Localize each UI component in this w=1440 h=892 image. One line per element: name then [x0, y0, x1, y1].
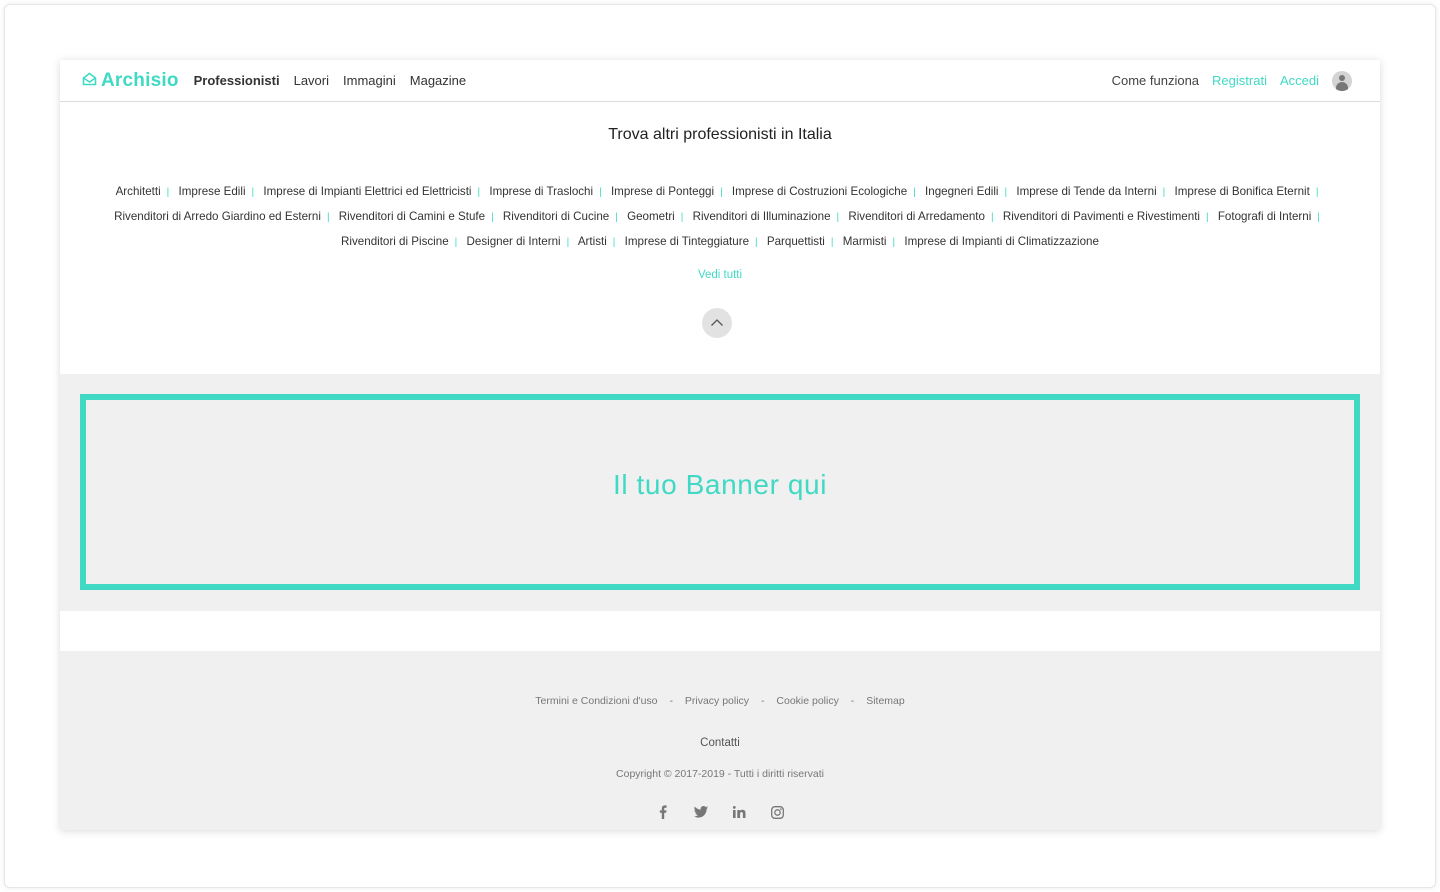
- instagram-icon[interactable]: [769, 804, 785, 820]
- category-separator: |: [1317, 212, 1320, 224]
- category-link[interactable]: Fotografi di Interni: [1218, 210, 1311, 223]
- footer-link-terms[interactable]: Termini e Condizioni d'uso: [535, 695, 657, 707]
- footer-link-privacy[interactable]: Privacy policy: [685, 695, 749, 707]
- category-separator: |: [836, 212, 840, 224]
- footer: Termini e Condizioni d'uso - Privacy pol…: [60, 651, 1380, 830]
- category-separator: |: [1004, 187, 1008, 198]
- category-separator: |: [680, 212, 684, 224]
- collapse-button[interactable]: [702, 308, 732, 338]
- category-link[interactable]: Designer di Interni: [467, 235, 561, 248]
- footer-separator: -: [850, 695, 855, 707]
- category-link[interactable]: Rivenditori di Cucine: [503, 210, 609, 223]
- category-link[interactable]: Imprese di Bonifica Eternit: [1175, 185, 1310, 198]
- category-link[interactable]: Artisti: [578, 235, 607, 248]
- user-avatar-icon[interactable]: [1332, 70, 1352, 91]
- copyright-text: Copyright © 2017-2019 - Tutti i diritti …: [616, 768, 824, 780]
- category-link[interactable]: Imprese di Tinteggiature: [625, 235, 749, 248]
- category-link[interactable]: Imprese Edili: [179, 185, 246, 198]
- category-separator: |: [1206, 212, 1209, 224]
- logo-icon: [82, 70, 101, 92]
- category-separator: |: [477, 187, 481, 198]
- category-separator: |: [566, 237, 570, 249]
- page-viewport: Archisio Professionisti Lavori Immagini …: [60, 60, 1380, 830]
- category-separator: |: [830, 237, 834, 249]
- category-separator: |: [720, 187, 723, 198]
- footer-separator: -: [669, 695, 673, 707]
- category-separator: |: [1162, 187, 1166, 198]
- category-separator: |: [491, 212, 494, 224]
- nav-immagini[interactable]: Immagini: [343, 73, 396, 88]
- category-separator: |: [615, 212, 618, 224]
- spacer-strip: [60, 611, 1380, 651]
- category-separator: |: [612, 237, 616, 249]
- category-link[interactable]: Imprese di Impianti di Climatizzazione: [904, 235, 1099, 248]
- nav-professionisti[interactable]: Professionisti: [194, 73, 280, 88]
- category-link[interactable]: Rivenditori di Arredo Giardino ed Estern…: [114, 210, 321, 223]
- category-link[interactable]: Rivenditori di Pavimenti e Rivestimenti: [1003, 210, 1200, 223]
- category-link[interactable]: Geometri: [627, 210, 675, 223]
- footer-link-sitemap[interactable]: Sitemap: [866, 695, 905, 707]
- social-links: [60, 804, 1380, 820]
- login-link[interactable]: Accedi: [1280, 73, 1319, 88]
- category-separator: |: [251, 187, 255, 198]
- category-separator: |: [990, 212, 994, 224]
- linkedin-icon[interactable]: [731, 804, 747, 820]
- nav-lavori[interactable]: Lavori: [294, 73, 329, 88]
- register-link[interactable]: Registrati: [1212, 73, 1267, 88]
- chevron-up-icon: [710, 314, 724, 332]
- nav-magazine[interactable]: Magazine: [410, 73, 466, 88]
- category-links: Architetti | Imprese Edili | Imprese di Im…: [95, 180, 1345, 256]
- how-it-works-link[interactable]: Come funziona: [1112, 73, 1199, 88]
- category-separator: |: [454, 237, 458, 249]
- category-link[interactable]: Parquettisti: [767, 235, 825, 248]
- category-link[interactable]: Imprese di Traslochi: [489, 185, 593, 198]
- logo-text: Archisio: [101, 69, 179, 91]
- logo[interactable]: Archisio: [82, 70, 179, 92]
- category-separator: |: [599, 187, 602, 198]
- header-actions: Come funziona Registrati Accedi: [1099, 70, 1352, 91]
- category-link[interactable]: Ingegneri Edili: [925, 185, 998, 198]
- main-nav: Professionisti Lavori Immagini Magazine: [194, 73, 481, 88]
- category-link[interactable]: Marmisti: [843, 235, 887, 248]
- category-link[interactable]: Rivenditori di Piscine: [341, 235, 449, 248]
- category-link[interactable]: Imprese di Impianti Elettrici ed Elettri…: [263, 185, 471, 198]
- footer-separator: -: [760, 695, 765, 707]
- category-separator: |: [913, 187, 916, 198]
- category-separator: |: [892, 237, 896, 249]
- category-separator: |: [755, 237, 758, 249]
- banner-text: Il tuo Banner qui: [612, 469, 828, 500]
- footer-link-cookie[interactable]: Cookie policy: [776, 695, 838, 707]
- find-professionals-title: Trova altri professionisti in Italia: [608, 126, 832, 143]
- category-separator: |: [166, 187, 170, 198]
- category-link[interactable]: Imprese di Tende da Interni: [1016, 185, 1156, 198]
- ad-banner[interactable]: Il tuo Banner qui: [80, 394, 1360, 590]
- see-all-link[interactable]: Vedi tutti: [60, 269, 1380, 281]
- category-separator: |: [1315, 187, 1319, 198]
- twitter-icon[interactable]: [693, 804, 709, 820]
- category-link[interactable]: Rivenditori di Camini e Stufe: [339, 210, 485, 223]
- top-navbar: Archisio Professionisti Lavori Immagini …: [60, 60, 1380, 102]
- category-separator: |: [326, 212, 330, 224]
- category-link[interactable]: Rivenditori di Illuminazione: [693, 210, 831, 223]
- category-link[interactable]: Architetti: [116, 185, 161, 198]
- footer-links: Termini e Condizioni d'uso - Privacy pol…: [60, 695, 1380, 707]
- facebook-icon[interactable]: [655, 804, 671, 820]
- banner-section: Il tuo Banner qui: [60, 374, 1380, 611]
- category-link[interactable]: Rivenditori di Arredamento: [848, 210, 985, 223]
- category-link[interactable]: Imprese di Ponteggi: [611, 185, 714, 198]
- contacts-link[interactable]: Contatti: [60, 737, 1380, 749]
- category-link[interactable]: Imprese di Costruzioni Ecologiche: [732, 185, 907, 198]
